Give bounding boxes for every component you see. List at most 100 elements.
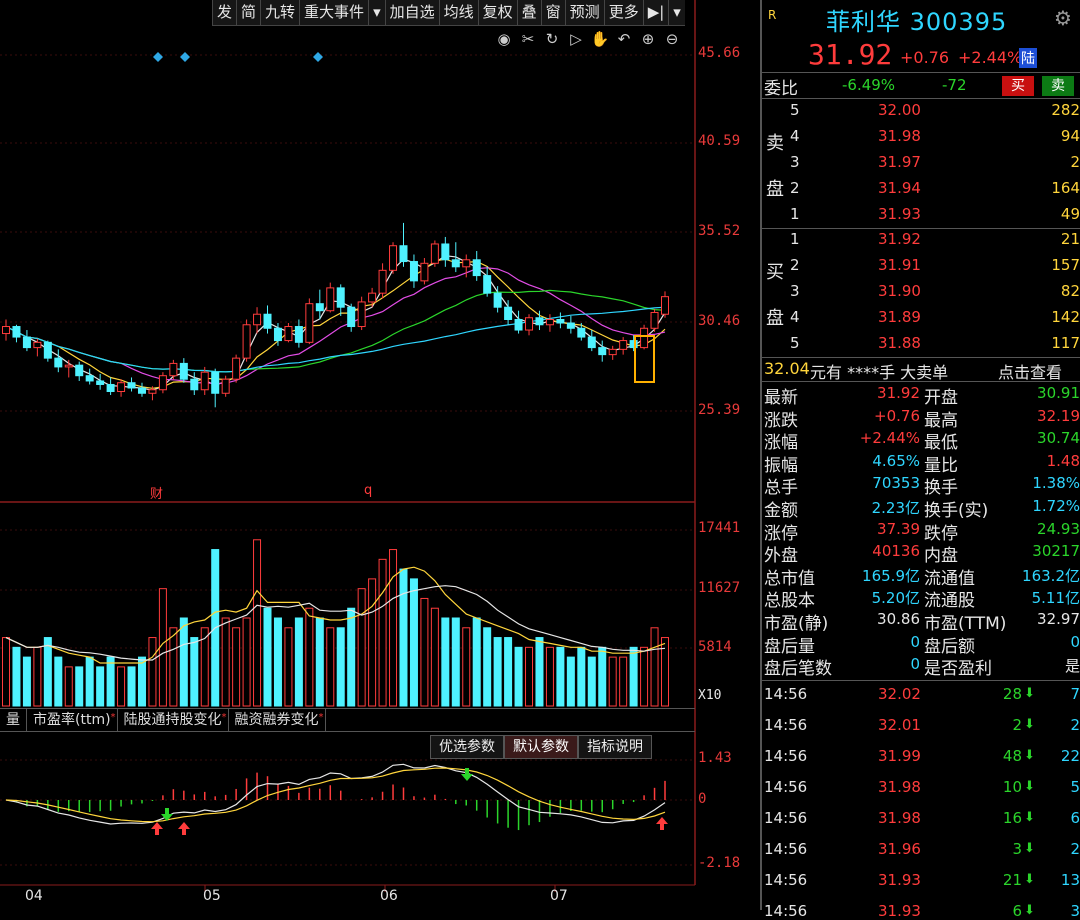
- volume-bar: [640, 646, 649, 707]
- event-diamond-icon: [313, 52, 323, 62]
- volume-bar: [75, 666, 84, 707]
- ma-line: [5, 267, 666, 385]
- book-volume: 21: [1060, 230, 1080, 248]
- param-button[interactable]: 指标说明: [578, 735, 652, 759]
- indicator-tab[interactable]: 融资融券变化 *: [229, 709, 326, 731]
- candle-body: [525, 317, 534, 331]
- volume-bar: [253, 539, 262, 707]
- candle-body: [85, 375, 94, 382]
- buy-button[interactable]: 买: [1002, 76, 1034, 96]
- tick-price: 32.01: [878, 716, 921, 734]
- gear-icon[interactable]: ⚙: [1054, 6, 1072, 30]
- price-axis-label: 40.59: [698, 133, 741, 149]
- book-level: 1: [790, 230, 800, 248]
- tick-count: 2: [1070, 716, 1080, 734]
- volume-bar: [347, 607, 356, 707]
- volume-bar: [273, 617, 282, 707]
- indicator-tab[interactable]: 量: [0, 709, 27, 731]
- volume-bar: [148, 637, 157, 707]
- tick-price: 31.98: [878, 778, 921, 796]
- volume-bar: [12, 646, 21, 707]
- candle-body: [389, 245, 398, 271]
- date-tick: 05: [203, 888, 221, 904]
- book-price: 31.89: [878, 308, 921, 326]
- volume-bar: [22, 656, 31, 707]
- stat-label: 最低: [924, 433, 958, 454]
- book-volume: 94: [1060, 127, 1080, 145]
- weibi-label: 委比: [764, 79, 798, 99]
- stat-value: 24.93: [1037, 519, 1080, 538]
- volume-ma-line: [5, 566, 666, 664]
- candle-body: [545, 318, 554, 326]
- indicator-tab[interactable]: 市盈率(ttm) *: [27, 709, 118, 731]
- tick-count: 13: [1060, 871, 1080, 889]
- stat-value: 5.11亿: [1031, 589, 1080, 608]
- stat-label: 盘后笔数: [764, 659, 832, 680]
- volume-bar: [577, 646, 586, 707]
- book-side-label: 盘: [766, 308, 784, 329]
- book-price: 32.00: [878, 101, 921, 119]
- volume-bar: [357, 588, 366, 707]
- book-side-label: 买: [766, 262, 784, 283]
- stat-label: 最新: [764, 388, 798, 408]
- candle-body: [399, 245, 408, 263]
- book-price: 31.98: [878, 127, 921, 145]
- tick-volume: 16: [1002, 809, 1022, 827]
- macd-axis-label: -2.18: [698, 855, 741, 871]
- book-price: 31.97: [878, 153, 921, 171]
- book-volume: 2: [1070, 153, 1080, 171]
- book-volume: 49: [1060, 205, 1080, 223]
- param-buttons: 优选参数 默认参数 指标说明: [430, 735, 652, 759]
- param-button[interactable]: 优选参数: [430, 735, 504, 759]
- event-mark[interactable]: q: [364, 483, 372, 498]
- candle-body: [608, 348, 617, 356]
- stat-label: 总市值: [764, 568, 815, 589]
- kline-chart[interactable]: [0, 0, 760, 910]
- bigorder-link[interactable]: 点击查看: [998, 359, 1062, 383]
- stat-value: 0: [1070, 632, 1080, 651]
- stat-value: 70353: [872, 474, 920, 493]
- volume-bar: [608, 656, 617, 707]
- volume-bar: [399, 568, 408, 707]
- candle-body: [420, 262, 429, 282]
- candle-body: [598, 347, 607, 356]
- tick-time: 14:56: [764, 716, 808, 734]
- volume-bar: [179, 617, 188, 707]
- event-diamond-icon: [180, 52, 190, 62]
- badge: R: [768, 8, 777, 22]
- candle-body: [96, 380, 105, 385]
- candle-body: [483, 275, 492, 294]
- stat-label: 市盈(TTM): [924, 614, 1007, 634]
- weibi-pct: -6.49%: [842, 76, 896, 94]
- stat-value: 4.65%: [872, 451, 920, 470]
- stat-label: 涨幅: [764, 433, 798, 454]
- tick-count: 5: [1070, 778, 1080, 796]
- candle-body: [368, 292, 377, 303]
- tick-price: 31.96: [878, 840, 921, 858]
- param-button[interactable]: 默认参数: [504, 735, 578, 759]
- indicator-tab[interactable]: 陆股通持股变化 *: [118, 709, 229, 731]
- candle-body: [305, 303, 314, 343]
- volume-bar: [650, 627, 659, 707]
- macd-axis-label: 1.43: [698, 750, 732, 766]
- stat-value: 30217: [1032, 542, 1080, 561]
- stat-label: 流通值: [924, 568, 975, 589]
- down-arrow-icon: ⬇: [1024, 903, 1035, 918]
- candle-body: [148, 389, 157, 394]
- candle-body: [33, 341, 42, 349]
- volume-bar: [514, 646, 523, 707]
- sell-button[interactable]: 卖: [1042, 76, 1074, 96]
- book-volume: 117: [1051, 334, 1080, 352]
- tick-time: 14:56: [764, 840, 808, 858]
- down-arrow-icon: ⬇: [1024, 810, 1035, 825]
- stat-value: 40136: [872, 542, 920, 561]
- candle-body: [190, 378, 199, 391]
- candle-body: [221, 378, 230, 394]
- stat-label: 跌停: [924, 523, 958, 544]
- macd-line: [5, 767, 666, 823]
- tick-count: 2: [1070, 840, 1080, 858]
- event-mark[interactable]: 财: [150, 483, 163, 502]
- candle-body: [75, 364, 84, 377]
- candle-body: [273, 327, 282, 342]
- volume-bar: [326, 627, 335, 707]
